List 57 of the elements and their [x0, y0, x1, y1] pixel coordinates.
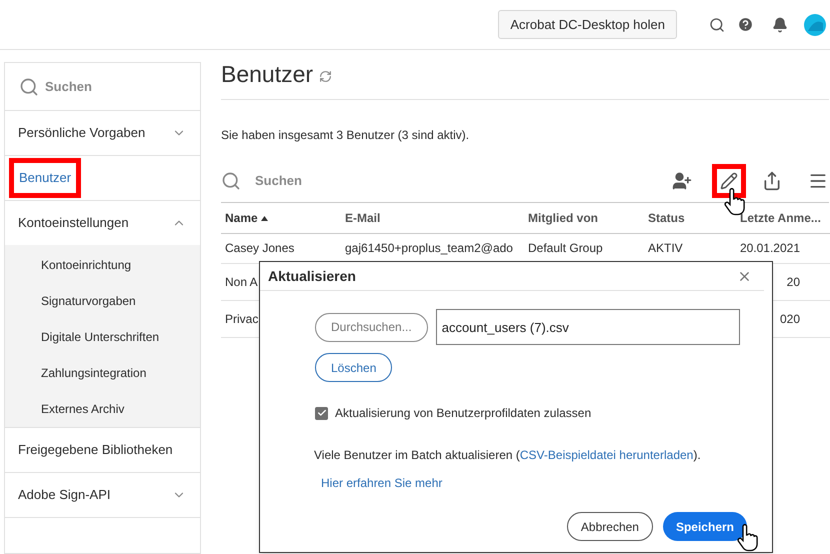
column-header[interactable]: Name [225, 209, 258, 227]
share-icon[interactable] [762, 170, 782, 190]
sort-ascending-icon [260, 216, 268, 220]
learn-more-link[interactable]: Hier erfahren Sie mehr [321, 476, 442, 490]
table-cell: Casey Jones [225, 241, 294, 255]
column-header[interactable]: Status [648, 209, 685, 227]
sidebar-item[interactable]: Benutzer [5, 156, 200, 200]
sidebar-item[interactable]: Persönliche Vorgaben [5, 111, 200, 155]
sidebar-subitem[interactable]: Zahlungsintegration [41, 364, 146, 382]
table-cell: AKTIV [648, 241, 683, 255]
sidebar-subitem[interactable]: Kontoeinrichtung [41, 256, 132, 274]
sidebar-item-label: Benutzer [9, 158, 82, 198]
close-icon[interactable] [737, 269, 752, 284]
sidebar-item-label: Kontoeinstellungen [18, 214, 129, 232]
cancel-button[interactable]: Abbrechen [566, 512, 653, 541]
table-cell-text: 20 [786, 274, 800, 291]
file-name-field[interactable]: account_users (7).csv [436, 309, 740, 345]
add-user-icon[interactable] [672, 170, 692, 190]
table-cell-text: 20.01.2021 [740, 240, 800, 257]
table-cell: Privac [225, 312, 258, 326]
column-header[interactable]: Mitglied von [528, 209, 598, 227]
table-cell-text: 020 [780, 311, 800, 328]
search-icon [19, 76, 39, 96]
sidebar-subitem[interactable]: Digitale Unterschriften [41, 328, 160, 346]
dialog-title: Aktualisieren [268, 267, 356, 286]
sidebar-item-label: Persönliche Vorgaben [18, 124, 146, 142]
checkbox[interactable] [315, 406, 328, 420]
batch-update-text: Viele Benutzer im Batch aktualisieren (CSV-Beispieldatei herunterladen). [314, 448, 701, 462]
table-cell: Default Group [528, 241, 603, 255]
browse-button[interactable]: Durchsuchen... [315, 312, 428, 342]
page-title: Benutzer [221, 60, 314, 90]
save-button[interactable]: Speichern [662, 512, 747, 541]
sidebar-item[interactable]: Adobe Sign-API [5, 473, 200, 517]
column-header[interactable]: E-Mail [345, 209, 380, 227]
sidebar-item[interactable]: Kontoeinstellungen [5, 201, 200, 245]
search-icon[interactable] [709, 16, 725, 32]
column-header[interactable]: Letzte Anme... [740, 209, 821, 227]
sidebar-subitem[interactable]: Externes Archiv [41, 400, 124, 418]
clear-button[interactable]: Löschen [315, 353, 392, 382]
search-icon [221, 170, 241, 190]
avatar-icon[interactable] [804, 14, 826, 36]
sidebar-item[interactable]: Freigegebene Bibliotheken [5, 428, 200, 472]
check-icon [316, 408, 326, 418]
bell-icon[interactable] [772, 16, 788, 32]
checkbox-label: Aktualisierung von Benutzerprofildaten zulassen [335, 405, 592, 422]
desktop-app-button[interactable]: Acrobat DC-Desktop holen [498, 10, 677, 39]
sidebar-item-label: Freigegebene Bibliotheken [18, 441, 173, 460]
table-cell: Non A [225, 275, 258, 289]
sidebar-item-label: Adobe Sign-API [18, 486, 111, 504]
pencil-icon [720, 172, 738, 190]
sample-csv-link[interactable]: CSV-Beispieldatei herunterladen [520, 448, 694, 462]
table-cell: gaj61450+proplus_team2@ado [345, 241, 513, 255]
users-summary: Sie haben insgesamt 3 Benutzer (3 sind aktiv). [221, 127, 470, 144]
help-icon[interactable] [737, 16, 754, 33]
sidebar-subitem[interactable]: Signaturvorgaben [41, 292, 136, 310]
hand-cursor-icon [723, 188, 745, 216]
refresh-icon[interactable] [319, 70, 332, 83]
